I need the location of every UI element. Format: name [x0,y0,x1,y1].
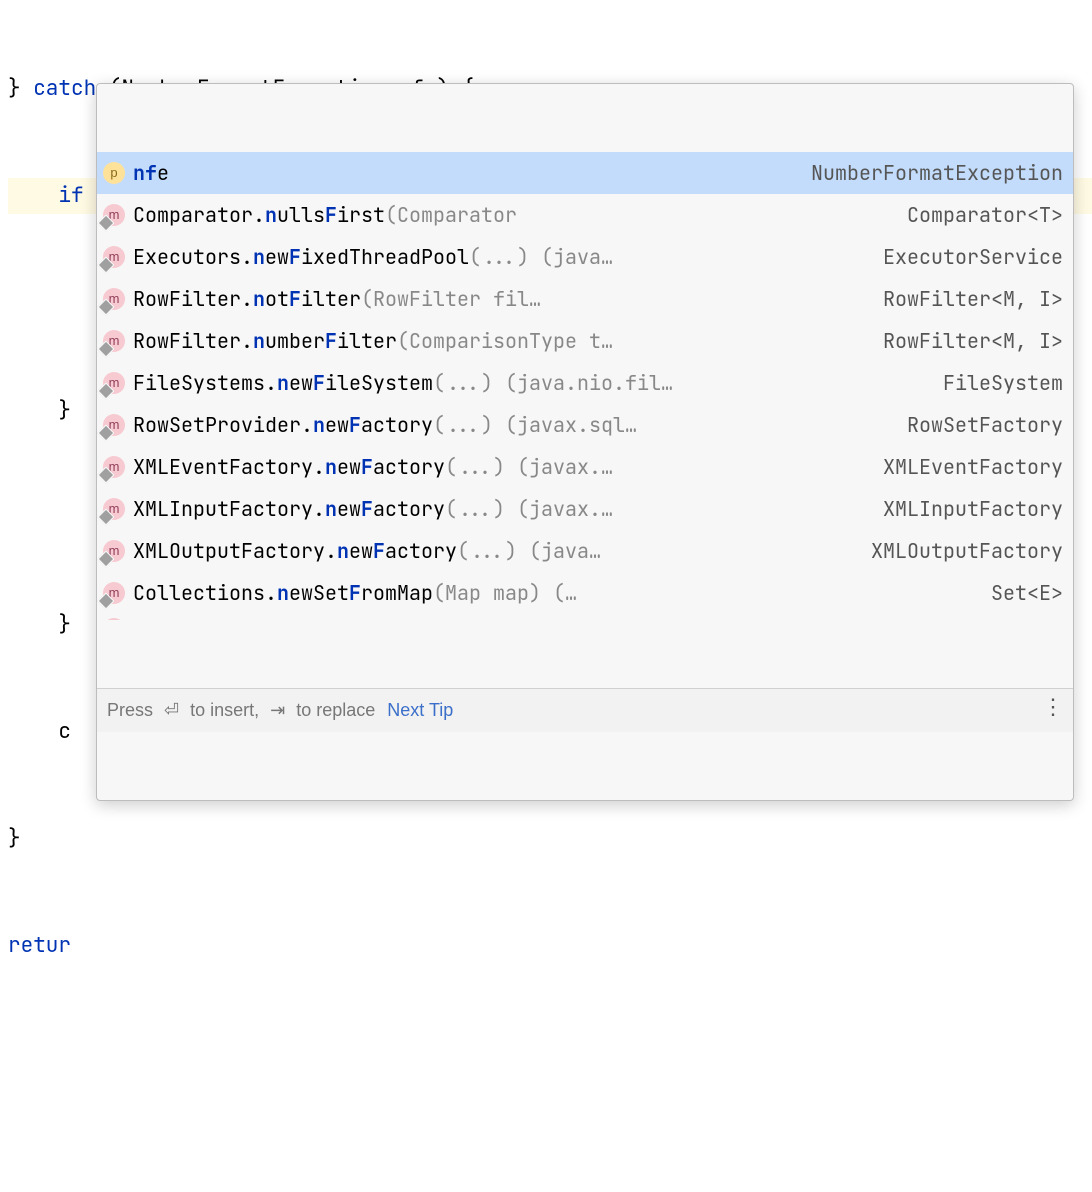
completion-item[interactable]: m Comparator.nullsFirst(Comparator Compara… [97,194,1073,236]
completion-label: RowSetProvider.newFactory(...) (javax.sq… [133,408,883,442]
code-text: c [8,718,71,745]
keyword-catch: catch [33,75,96,102]
completion-type: Set<E> [991,576,1063,610]
method-icon: m [103,582,125,604]
completion-type: XMLOutputFactory [871,534,1063,568]
method-icon: m [103,246,125,268]
code-text [8,182,58,209]
method-icon: m [103,204,125,226]
completion-type: FileSystem [943,366,1063,400]
tab-key-icon: ⇥ [270,695,285,726]
method-icon: m [103,288,125,310]
footer-text: Press [107,695,158,726]
method-icon: m [103,498,125,520]
next-tip-link[interactable]: Next Tip [387,695,453,726]
completion-type: RowFilter<M, I> [883,324,1063,358]
parameter-icon: p [103,162,125,184]
code-line: } [8,821,1092,857]
completion-label: Comparator.nullsFirst(Comparator [133,198,883,232]
completion-item[interactable]: m FileSystems.newFileSystem(...) (java.ni… [97,362,1073,404]
completion-label: Collections.newSetFromMap(Map map) (… [133,576,967,610]
method-icon: m [103,330,125,352]
code-text: } [8,611,71,638]
completion-label: Executors.newFixedThreadPool(...) (java… [133,240,859,274]
completion-type: Comparator<T> [907,198,1063,232]
code-text: } [8,75,33,102]
completion-type: XMLInputFactory [883,492,1063,526]
completion-label: RowFilter.notFilter(RowFilter fil… [133,282,859,316]
completion-item[interactable]: m Executors.newFixedThreadPool(...) (java… [97,236,1073,278]
method-icon: m [103,618,125,620]
code-line: retur [8,928,1092,964]
completion-item[interactable]: m RowFilter.notFilter(RowFilter fil… RowFi… [97,278,1073,320]
completion-type: UUID [1015,618,1063,620]
code-text: } [8,825,21,852]
completion-footer: Press ⏎ to insert, ⇥ to replace Next Tip… [97,688,1073,732]
completion-list[interactable]: pnfe NumberFormatException m Comparator.nul… [97,152,1073,620]
completion-label: XMLOutputFactory.newFactory(...) (java… [133,534,847,568]
enter-key-icon: ⏎ [164,695,179,726]
completion-type: NumberFormatException [811,156,1063,190]
footer-text: to replace [291,695,375,726]
code-editor[interactable]: } catch (NumberFormatException nfe) { if… [0,0,1092,1192]
completion-type: RowSetFactory [907,408,1063,442]
more-icon[interactable]: ⋮ [1042,696,1063,718]
code-text: } [8,397,71,424]
method-icon: m [103,540,125,562]
completion-item[interactable]: m XMLEventFactory.newFactory(...) (javax.… [97,446,1073,488]
completion-item[interactable]: m UUID.nameUUIDFromBytes(byte[] name) (ja… [97,614,1073,620]
completion-type: ExecutorService [883,240,1063,274]
completion-label: XMLEventFactory.newFactory(...) (javax.… [133,450,859,484]
completion-label: RowFilter.numberFilter(ComparisonType t… [133,324,859,358]
completion-label: XMLInputFactory.newFactory(...) (javax.… [133,492,859,526]
completion-item[interactable]: pnfe NumberFormatException [97,152,1073,194]
code-line [8,1142,1092,1178]
completion-item[interactable]: m RowFilter.numberFilter(ComparisonType t… [97,320,1073,362]
completion-item[interactable]: m XMLOutputFactory.newFactory(...) (java…… [97,530,1073,572]
completion-popup: pnfe NumberFormatException m Comparator.nul… [96,83,1074,801]
footer-text: to insert, [185,695,264,726]
code-line [8,1035,1092,1071]
keyword-if: if [58,182,83,209]
completion-type: XMLEventFactory [883,450,1063,484]
method-icon: m [103,372,125,394]
method-icon: m [103,414,125,436]
method-icon: m [103,456,125,478]
completion-label: nfe [133,156,787,190]
completion-label: UUID.nameUUIDFromBytes(byte[] name) (jav… [133,618,991,620]
completion-item[interactable]: m RowSetProvider.newFactory(...) (javax.s… [97,404,1073,446]
completion-item[interactable]: m Collections.newSetFromMap(Map map) (… Se… [97,572,1073,614]
keyword-return-partial: retur [8,932,71,959]
completion-label: FileSystems.newFileSystem(...) (java.nio… [133,366,919,400]
completion-type: RowFilter<M, I> [883,282,1063,316]
completion-item[interactable]: m XMLInputFactory.newFactory(...) (javax.… [97,488,1073,530]
